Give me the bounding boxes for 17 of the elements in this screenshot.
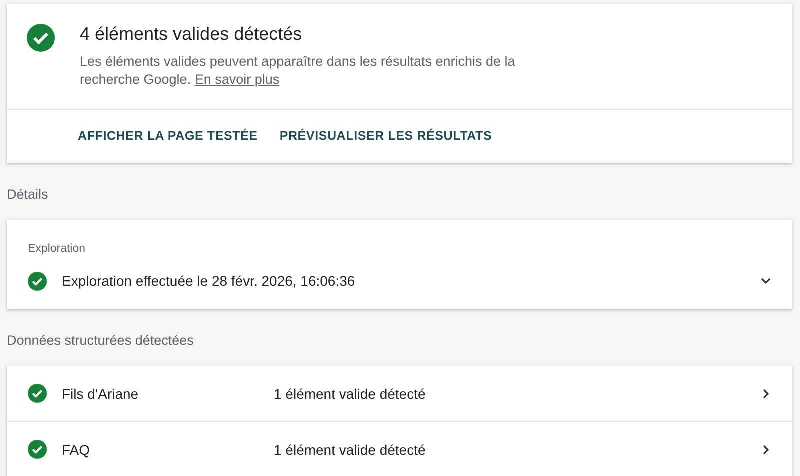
item-name: FAQ (62, 442, 92, 458)
check-icon (28, 272, 47, 290)
crawl-label: Exploration (27, 242, 87, 255)
check-icon (28, 440, 47, 459)
action-button[interactable]: PRÉVISUALISER LES RÉSULTATS (272, 123, 500, 149)
crawl-status: Exploration effectuée le 28 févr. 2026, 16:06:36 (62, 273, 356, 289)
section-heading: Données structurées détectées (7, 333, 194, 348)
action-button[interactable]: AFFICHER LA PAGE TESTÉE (70, 123, 266, 149)
item-name: Fils d'Ariane (62, 386, 140, 402)
section-heading: Détails (7, 187, 48, 202)
result-title: 4 éléments valides détectés (80, 24, 304, 45)
check-icon (28, 384, 47, 403)
learn-more-link[interactable]: En savoir plus (194, 72, 280, 87)
check-icon (27, 24, 55, 52)
result-description: Les éléments valides peuvent apparaître dans les résultats enrichis de la recherche Google. En savoir plus (80, 53, 516, 89)
item-result: 1 élément valide détecté (274, 386, 427, 402)
item-result: 1 élément valide détecté (274, 442, 427, 458)
